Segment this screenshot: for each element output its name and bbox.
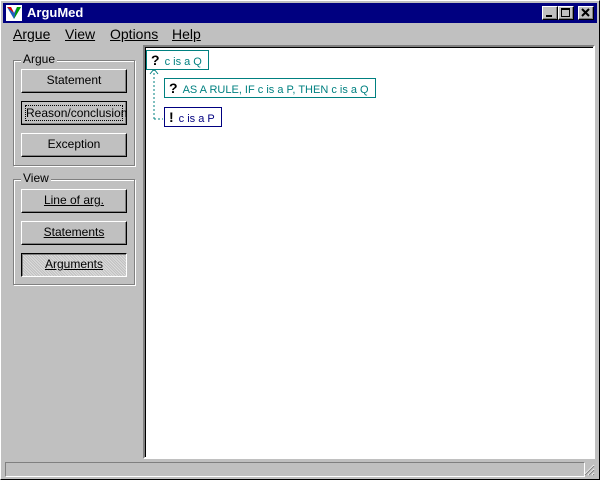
maximize-icon (561, 8, 570, 17)
statement-button[interactable]: Statement (21, 69, 127, 93)
exclamation-mark-icon: ! (169, 109, 174, 125)
node-text: c is a Q (164, 56, 202, 68)
question-mark-icon: ? (151, 52, 160, 68)
close-icon (581, 8, 590, 17)
argument-canvas[interactable]: ? c is a Q ? AS A RULE, IF c is a P, THEN … (143, 45, 595, 459)
maximize-button[interactable] (558, 6, 574, 20)
left-panel: Argue Statement Reason/conclusion Except… (3, 45, 141, 459)
view-group-label: View (21, 171, 51, 185)
node-text: c is a P (178, 113, 215, 125)
node-text: AS A RULE, IF c is a P, THEN c is a Q (182, 84, 369, 96)
statement-node-reason[interactable]: ! c is a P (164, 107, 222, 127)
argue-group: Argue Statement Reason/conclusion Except… (13, 52, 135, 166)
minimize-button[interactable] (542, 6, 558, 20)
exception-button[interactable]: Exception (21, 133, 127, 157)
resize-grip-icon[interactable] (583, 464, 595, 476)
argue-group-label: Argue (21, 52, 58, 66)
menu-options[interactable]: Options (110, 26, 158, 42)
menu-argue[interactable]: Argue (13, 26, 50, 42)
menu-help[interactable]: Help (172, 26, 201, 42)
app-window: ArguMed Argue View Options Help Argue St… (0, 0, 600, 480)
menu-bar: Argue View Options Help (3, 24, 597, 44)
statements-button[interactable]: Statements (21, 221, 127, 245)
question-mark-icon: ? (169, 80, 178, 96)
arguments-button[interactable]: Arguments (21, 253, 127, 277)
view-group: View Line of arg. Statements Arguments (13, 171, 135, 285)
menu-view[interactable]: View (65, 26, 95, 42)
reason-conclusion-button[interactable]: Reason/conclusion (21, 101, 127, 125)
close-button[interactable] (578, 6, 594, 20)
minimize-icon (546, 15, 552, 17)
title-bar[interactable]: ArguMed (3, 3, 597, 23)
line-of-arg-button[interactable]: Line of arg. (21, 189, 127, 213)
statement-node-conclusion[interactable]: ? c is a Q (146, 50, 209, 70)
status-panel (5, 462, 585, 477)
statement-node-warrant[interactable]: ? AS A RULE, IF c is a P, THEN c is a Q (164, 78, 376, 98)
window-title: ArguMed (27, 5, 84, 20)
argumed-app-icon (6, 5, 22, 21)
status-bar (3, 461, 597, 478)
